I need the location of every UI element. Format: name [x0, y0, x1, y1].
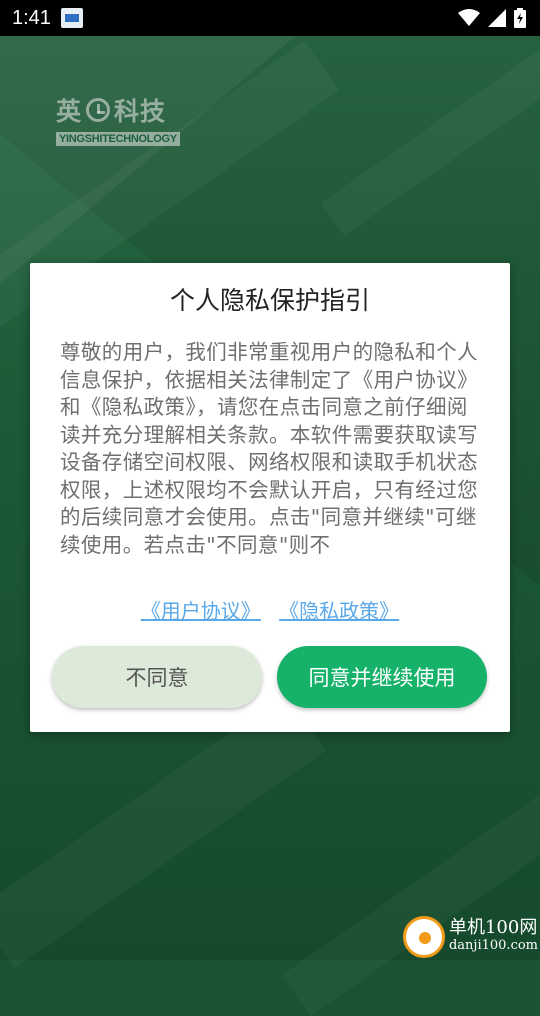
agree-continue-button[interactable]: 同意并继续使用: [277, 646, 487, 708]
watermark-site-url: danji100.com: [448, 938, 538, 953]
site-watermark: 单机100网 danji100.com: [402, 916, 538, 958]
privacy-policy-link[interactable]: 《隐私政策》: [279, 599, 399, 623]
battery-icon: [514, 8, 526, 28]
logo-english: YINGSHITECHNOLOGY: [56, 132, 180, 146]
watermark-site-name: 单机100网: [448, 917, 538, 938]
dialog-title: 个人隐私保护指引: [169, 286, 370, 315]
status-time: 1:41: [12, 6, 51, 29]
status-bar: 1:41: [0, 0, 540, 36]
app-logo: 英 科技 YINGSHITECHNOLOGY: [56, 92, 180, 146]
user-agreement-link[interactable]: 《用户协议》: [141, 599, 261, 623]
policy-links: 《用户协议》 《隐私政策》: [30, 595, 510, 624]
logo-chinese: 英 科技: [56, 92, 180, 128]
signal-icon: [488, 9, 506, 27]
logo-text-cn-rest: 科技: [114, 97, 167, 126]
status-icons: [458, 8, 526, 28]
disagree-button[interactable]: 不同意: [52, 646, 262, 708]
privacy-dialog: 个人隐私保护指引 尊敬的用户，我们非常重视用户的隐私和个人信息保护，依据相关法律…: [30, 263, 510, 732]
wifi-icon: [458, 9, 480, 26]
watermark-logo-icon: [402, 916, 445, 958]
dialog-body-text[interactable]: 尊敬的用户，我们非常重视用户的隐私和个人信息保护，依据相关法律制定了《用户协议》…: [60, 339, 485, 589]
logo-text-cn: 英: [56, 97, 83, 126]
notification-icon: [60, 8, 83, 28]
watermark-text: 单机100网 danji100.com: [449, 919, 538, 955]
clock-icon: [86, 98, 111, 122]
